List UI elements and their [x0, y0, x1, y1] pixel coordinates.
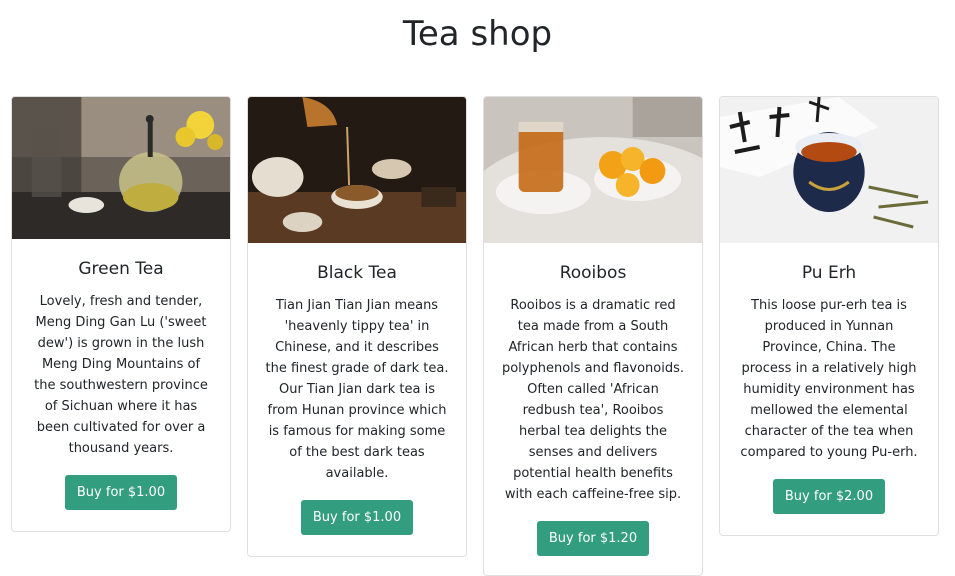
- product-description: Lovely, fresh and tender, Meng Ding Gan …: [34, 294, 208, 456]
- buy-button[interactable]: Buy for $1.00: [300, 500, 414, 535]
- product-card-black-tea: Black Tea Tian Jian Tian Jian means 'hea…: [247, 96, 467, 557]
- product-name: Green Tea: [78, 259, 164, 279]
- black-tea-image: [248, 97, 466, 243]
- buy-button[interactable]: Buy for $1.20: [536, 521, 650, 556]
- product-name: Pu Erh: [801, 263, 857, 283]
- product-description: Rooibos is a dramatic red tea made from …: [501, 298, 685, 502]
- product-card-pu-erh: Pu Erh This loose pur-erh tea is produce…: [719, 96, 939, 536]
- green-tea-image: [12, 97, 230, 239]
- product-name: Black Tea: [317, 263, 397, 283]
- page-title: Tea shop: [402, 14, 553, 54]
- product-name: Rooibos: [559, 263, 627, 283]
- product-description: Tian Jian Tian Jian means 'heavenly tipp…: [265, 298, 449, 481]
- rooibos-image: [484, 97, 702, 243]
- product-description: This loose pur-erh tea is produced in Yu…: [740, 298, 918, 460]
- buy-button[interactable]: Buy for $2.00: [772, 479, 886, 514]
- pu-erh-image: [720, 97, 938, 243]
- product-card-rooibos: Rooibos Rooibos is a dramatic red tea ma…: [483, 96, 703, 576]
- buy-button[interactable]: Buy for $1.00: [64, 475, 178, 510]
- product-card-green-tea: Green Tea Lovely, fresh and tender, Meng…: [11, 96, 231, 532]
